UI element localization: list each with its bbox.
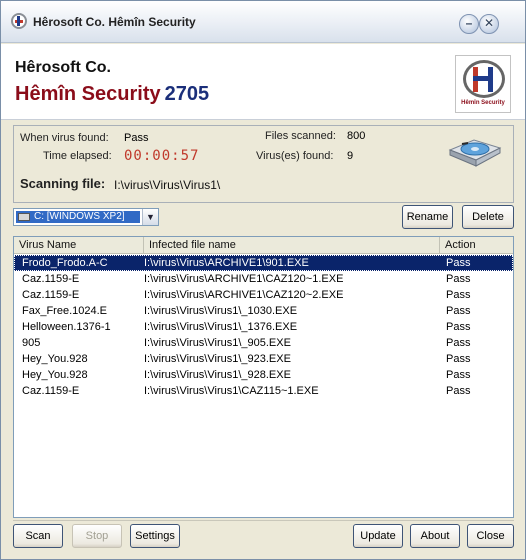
scanning-file-label: Scanning file: bbox=[20, 176, 106, 191]
column-header-infected-file[interactable]: Infected file name bbox=[144, 237, 440, 254]
virus-name-cell: Helloween.1376-1 bbox=[22, 321, 111, 333]
files-scanned-label: Files scanned: bbox=[265, 130, 336, 142]
minimize-button[interactable]: – bbox=[459, 14, 479, 34]
file-path-cell: I:\virus\Virus\Virus1\_905.EXE bbox=[144, 337, 291, 349]
file-path-cell: I:\virus\Virus\ARCHIVE1\CAZ120~2.EXE bbox=[144, 289, 344, 301]
results-table[interactable]: Virus Name Infected file name Action Fro… bbox=[13, 236, 514, 518]
update-button[interactable]: Update bbox=[353, 524, 403, 548]
column-header-action[interactable]: Action bbox=[440, 237, 513, 254]
file-path-cell: I:\virus\Virus\ARCHIVE1\901.EXE bbox=[144, 257, 309, 269]
window-title: Hêrosoft Co. Hêmîn Security bbox=[33, 15, 196, 29]
action-cell: Pass bbox=[446, 385, 471, 397]
drive-icon bbox=[18, 213, 30, 221]
title-bar[interactable]: Hêrosoft Co. Hêmîn Security – ✕ bbox=[1, 1, 525, 43]
when-found-label: When virus found: bbox=[20, 132, 109, 144]
table-row[interactable]: Caz.1159-E I:\virus\Virus\ARCHIVE1\CAZ12… bbox=[14, 271, 513, 287]
stop-button-label: Stop bbox=[85, 530, 109, 542]
files-scanned-value: 800 bbox=[347, 130, 366, 142]
file-path-cell: I:\virus\Virus\Virus1\_1376.EXE bbox=[144, 321, 298, 333]
scan-button[interactable]: Scan bbox=[13, 524, 63, 548]
app-logo-icon bbox=[11, 13, 27, 29]
elapsed-label: Time elapsed: bbox=[43, 150, 112, 162]
virus-name-cell: Hey_You.928 bbox=[22, 353, 88, 365]
rename-button-label: Rename bbox=[406, 211, 449, 223]
file-path-cell: I:\virus\Virus\Virus1\_923.EXE bbox=[144, 353, 291, 365]
action-cell: Pass bbox=[446, 273, 471, 285]
action-cell: Pass bbox=[446, 305, 471, 317]
action-cell: Pass bbox=[446, 321, 471, 333]
virus-name-cell: Frodo_Frodo.A-C bbox=[22, 257, 108, 269]
chevron-down-icon[interactable]: ▼ bbox=[142, 209, 158, 225]
file-path-cell: I:\virus\Virus\Virus1\_928.EXE bbox=[144, 369, 291, 381]
file-path-cell: I:\virus\Virus\Virus1\_1030.EXE bbox=[144, 305, 298, 317]
about-button-label: About bbox=[420, 530, 450, 542]
table-row[interactable]: Fax_Free.1024.E I:\virus\Virus\Virus1\_1… bbox=[14, 303, 513, 319]
table-row[interactable]: Hey_You.928 I:\virus\Virus\Virus1\_928.E… bbox=[14, 367, 513, 383]
action-cell: Pass bbox=[446, 353, 471, 365]
action-cell: Pass bbox=[446, 337, 471, 349]
delete-button[interactable]: Delete bbox=[462, 205, 514, 229]
table-row[interactable]: 905 I:\virus\Virus\Virus1\_905.EXE Pass bbox=[14, 335, 513, 351]
virus-name-cell: Caz.1159-E bbox=[22, 385, 80, 397]
about-button[interactable]: About bbox=[410, 524, 460, 548]
virus-name-cell: Caz.1159-E bbox=[22, 273, 80, 285]
virus-name-cell: Fax_Free.1024.E bbox=[22, 305, 107, 317]
close-window-button[interactable]: ✕ bbox=[479, 14, 499, 34]
table-header: Virus Name Infected file name Action bbox=[14, 237, 513, 254]
main-window: Hêrosoft Co. Hêmîn Security – ✕ Hêrosoft… bbox=[0, 0, 526, 560]
action-cell: Pass bbox=[446, 257, 471, 269]
viruses-found-label: Virus(es) found: bbox=[256, 150, 334, 162]
action-cell: Pass bbox=[446, 369, 471, 381]
update-button-label: Update bbox=[360, 530, 396, 542]
when-found-value: Pass bbox=[124, 132, 149, 144]
column-header-virus-name[interactable]: Virus Name bbox=[14, 237, 144, 254]
elapsed-timer: 00:00:57 bbox=[124, 148, 200, 164]
drive-selected-value: C: [WINDOWS XP2] bbox=[15, 210, 141, 224]
virus-name-cell: 905 bbox=[22, 337, 41, 349]
action-cell: Pass bbox=[446, 289, 471, 301]
company-name: Hêrosoft Co. bbox=[15, 59, 111, 76]
close-button-label: Close bbox=[476, 530, 505, 542]
rename-button[interactable]: Rename bbox=[402, 205, 453, 229]
scanning-file-path: I:\virus\Virus\Virus1\ bbox=[114, 178, 221, 192]
virus-name-cell: Hey_You.928 bbox=[22, 369, 88, 381]
drive-selector[interactable]: C: [WINDOWS XP2] ▼ bbox=[13, 208, 159, 226]
product-build: 2705 bbox=[164, 83, 210, 105]
table-row[interactable]: Caz.1159-E I:\virus\Virus\Virus1\CAZ115~… bbox=[14, 383, 513, 399]
file-path-cell: I:\virus\Virus\Virus1\CAZ115~1.EXE bbox=[144, 385, 319, 397]
close-button[interactable]: Close bbox=[467, 524, 514, 548]
scan-status-panel: When virus found: Pass Time elapsed: 00:… bbox=[13, 125, 514, 203]
stop-button[interactable]: Stop bbox=[72, 524, 122, 548]
hard-disk-icon bbox=[448, 139, 502, 167]
product-name: Hêmîn Security bbox=[15, 83, 161, 105]
viruses-found-value: 9 bbox=[347, 150, 354, 162]
table-row[interactable]: Helloween.1376-1 I:\virus\Virus\Virus1\_… bbox=[14, 319, 513, 335]
footer-divider bbox=[13, 520, 514, 521]
product-title: Hêmîn Security 2705 bbox=[15, 83, 209, 106]
settings-button-label: Settings bbox=[135, 530, 175, 542]
logo-caption: Hêmîn Security bbox=[461, 100, 505, 106]
table-row[interactable]: Hey_You.928 I:\virus\Virus\Virus1\_923.E… bbox=[14, 351, 513, 367]
settings-button[interactable]: Settings bbox=[130, 524, 180, 548]
product-logo: Hêmîn Security bbox=[455, 55, 511, 113]
scan-button-label: Scan bbox=[25, 530, 51, 542]
virus-name-cell: Caz.1159-E bbox=[22, 289, 80, 301]
table-row[interactable]: Frodo_Frodo.A-C I:\virus\Virus\ARCHIVE1\… bbox=[14, 255, 513, 271]
logo-h-crossbar bbox=[473, 76, 493, 81]
table-row[interactable]: Caz.1159-E I:\virus\Virus\ARCHIVE1\CAZ12… bbox=[14, 287, 513, 303]
header-banner: Hêrosoft Co. Hêmîn Security 2705 Hêmîn Se… bbox=[1, 44, 525, 120]
delete-button-label: Delete bbox=[472, 211, 504, 223]
file-path-cell: I:\virus\Virus\ARCHIVE1\CAZ120~1.EXE bbox=[144, 273, 344, 285]
